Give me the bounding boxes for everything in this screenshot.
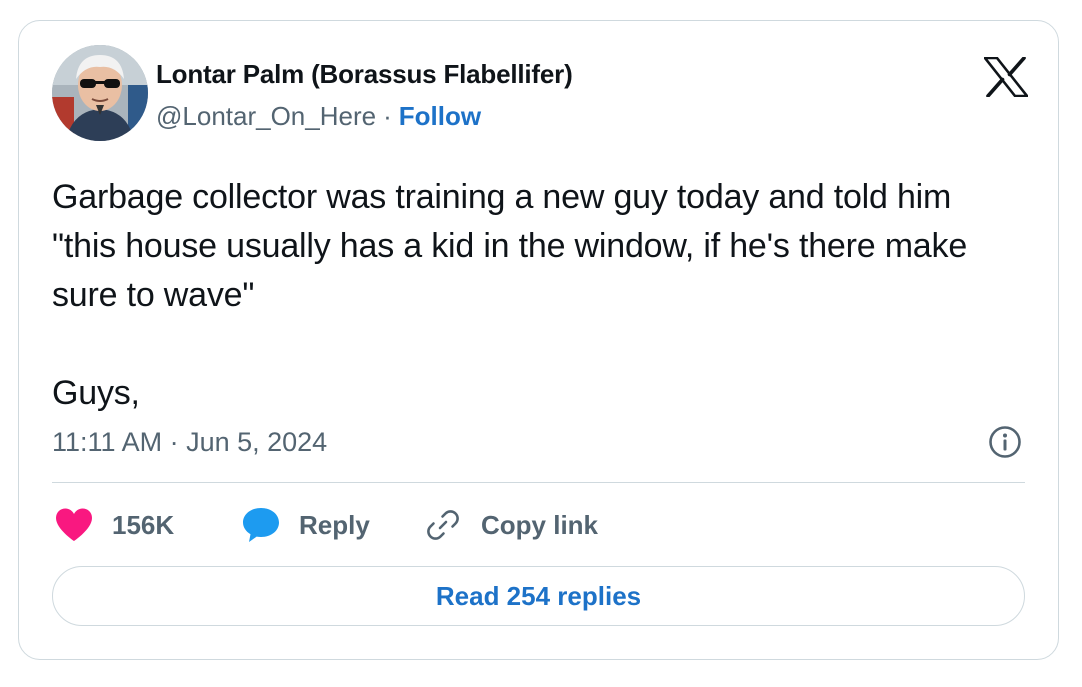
tweet-text: Garbage collector was training a new guy…	[52, 178, 968, 412]
x-logo-icon[interactable]	[983, 56, 1029, 98]
separator-dot: ·	[383, 101, 392, 131]
like-button[interactable]: 156K	[52, 503, 174, 547]
reply-button[interactable]: Reply	[239, 503, 370, 547]
link-icon	[421, 503, 465, 547]
follow-button[interactable]: Follow	[399, 101, 481, 131]
copy-link-label: Copy link	[481, 509, 599, 540]
read-replies-label: Read 254 replies	[435, 580, 642, 611]
avatar-image	[52, 45, 148, 141]
copy-link-button[interactable]: Copy link	[421, 503, 598, 547]
read-replies-button[interactable]: Read 254 replies	[52, 566, 1025, 626]
heart-icon	[52, 503, 96, 547]
like-count: 156K	[112, 509, 175, 540]
reply-label: Reply	[299, 509, 370, 540]
avatar[interactable]	[52, 45, 148, 141]
author-handle-row: @Lontar_On_Here · Follow	[156, 101, 481, 132]
tweet-timestamp[interactable]: 11:11 AM · Jun 5, 2024	[52, 427, 327, 458]
divider	[52, 482, 1025, 483]
author-display-name[interactable]: Lontar Palm (Borassus Flabellifer)	[156, 59, 573, 90]
speech-bubble-icon	[239, 503, 283, 547]
author-handle[interactable]: @Lontar_On_Here	[156, 101, 376, 131]
tweet-card: Lontar Palm (Borassus Flabellifer) @Lont…	[18, 20, 1059, 660]
info-icon[interactable]	[988, 425, 1022, 459]
